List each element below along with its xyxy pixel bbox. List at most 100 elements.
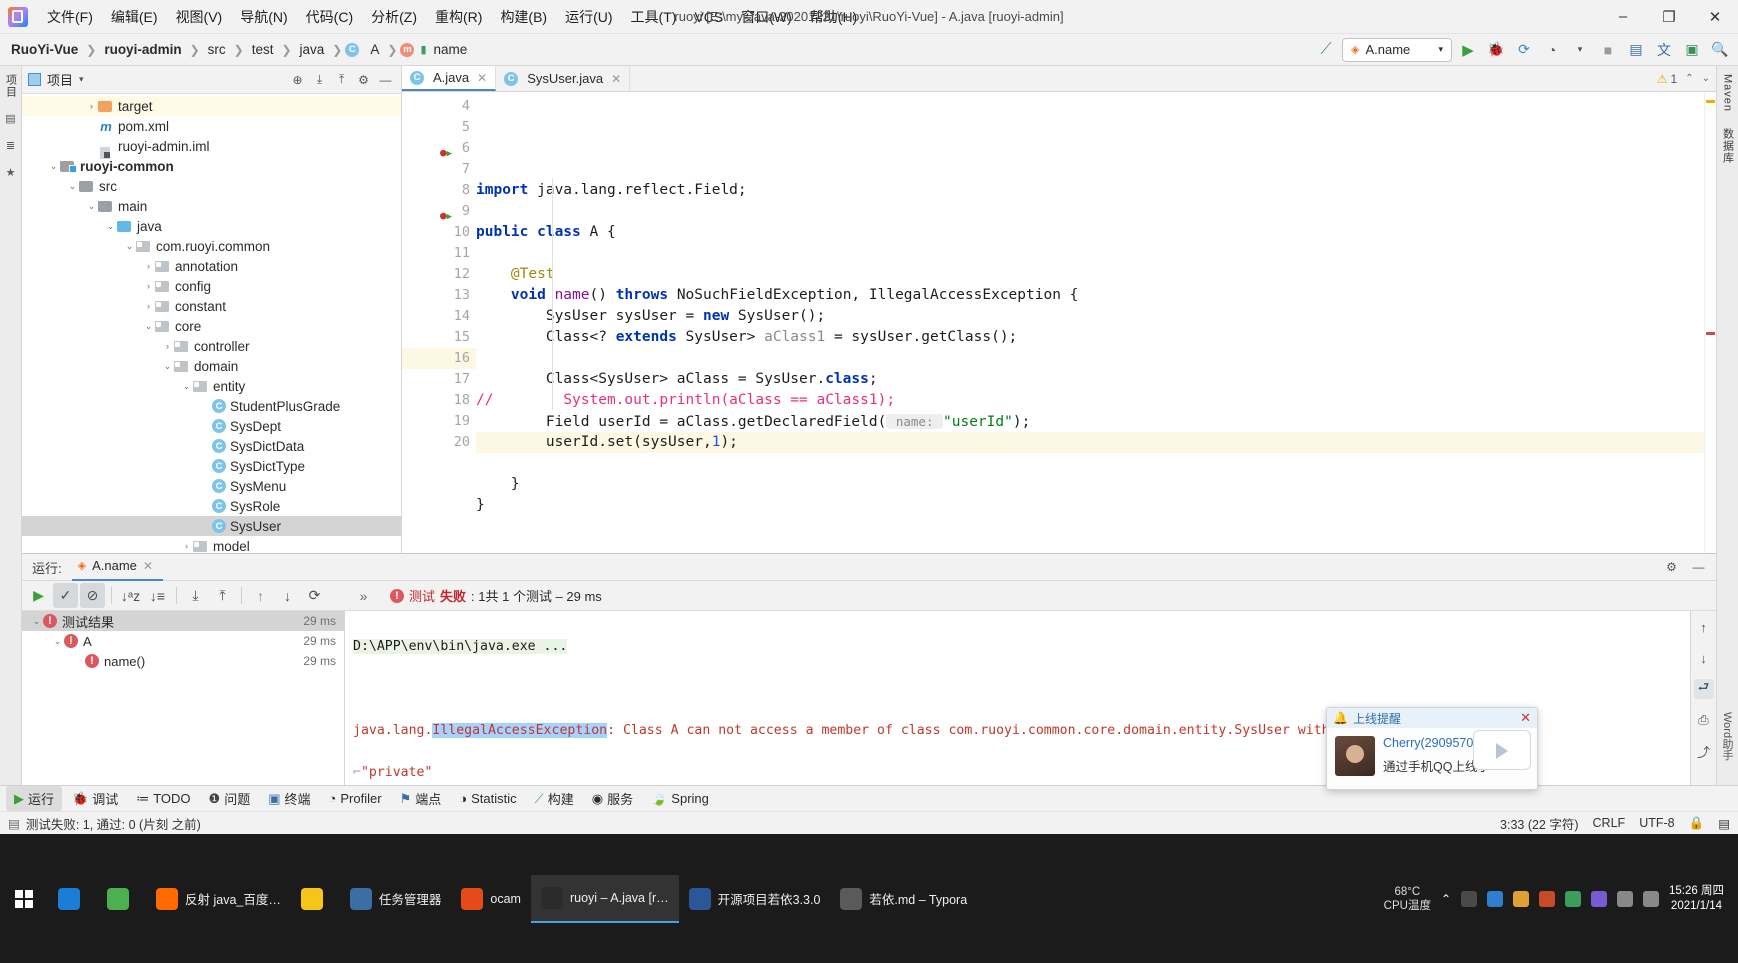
- tree-item-annotation[interactable]: › annotation: [22, 256, 401, 276]
- gutter-line-10[interactable]: 10: [402, 222, 476, 243]
- code-line-13[interactable]: Class<SysUser> aClass = SysUser.class;: [476, 369, 1704, 390]
- event-log-icon[interactable]: ▤: [1718, 816, 1730, 831]
- tree-item-sysuser[interactable]: ›CSysUser: [22, 516, 401, 536]
- gutter-line-7[interactable]: 7: [402, 159, 476, 180]
- chevron-right-icon[interactable]: ›: [142, 281, 155, 291]
- tree-item-controller[interactable]: › controller: [22, 336, 401, 356]
- test-tree-item[interactable]: ⌄! A 29 ms: [22, 631, 344, 651]
- chevron-down-icon[interactable]: ▾: [79, 74, 84, 85]
- menu-run[interactable]: 运行(U): [556, 3, 621, 31]
- caret-position[interactable]: 3:33 (22 字符): [1500, 814, 1579, 833]
- gutter-line-16[interactable]: 16: [402, 348, 476, 369]
- settings-gear-icon[interactable]: ⚙: [1662, 558, 1681, 577]
- tree-item-sysdicttype[interactable]: ›CSysDictType: [22, 456, 401, 476]
- tray-icon-4[interactable]: [1539, 890, 1556, 907]
- tree-item-studentplusgrade[interactable]: ›CStudentPlusGrade: [22, 396, 401, 416]
- gutter-line-15[interactable]: 15: [402, 327, 476, 348]
- taskbar-app-ocam[interactable]: ocam: [451, 875, 531, 923]
- gutter-line-11[interactable]: 11: [402, 243, 476, 264]
- menu-view[interactable]: 视图(V): [167, 3, 232, 31]
- gutter-line-14[interactable]: 14: [402, 306, 476, 327]
- chevron-right-icon[interactable]: ›: [180, 541, 193, 551]
- stop-button[interactable]: ■: [1596, 38, 1620, 62]
- export-button[interactable]: ⤴: [1694, 741, 1714, 761]
- prev-problem-icon[interactable]: ⌃: [1685, 73, 1693, 84]
- locate-icon[interactable]: ⊕: [288, 70, 307, 89]
- chevron-up-icon[interactable]: ⌃: [1441, 892, 1451, 906]
- run-with-coverage-button[interactable]: ⟳: [1512, 38, 1536, 62]
- tree-item-ruoyi-admin-iml[interactable]: ›ruoyi-admin.iml: [22, 136, 401, 159]
- profiler-button[interactable]: ◔: [1540, 38, 1564, 62]
- tree-item-sysdept[interactable]: ›CSysDept: [22, 416, 401, 436]
- sort-alphabetically-button[interactable]: ↓ᵃz: [118, 583, 143, 608]
- scroll-up-button[interactable]: ↑: [1694, 617, 1714, 637]
- tree-item-entity[interactable]: ⌄ entity: [22, 376, 401, 396]
- gutter-line-13[interactable]: 13: [402, 285, 476, 306]
- code-line-16[interactable]: userId.set(sysUser,1);: [476, 432, 1704, 453]
- inspection-warning-count[interactable]: ⚠ 1: [1657, 72, 1677, 86]
- build-icon[interactable]: ⟋: [1314, 38, 1338, 62]
- tray-icon-1[interactable]: [1461, 890, 1478, 907]
- more-options-button[interactable]: »: [351, 583, 376, 608]
- chevron-right-icon[interactable]: ›: [142, 301, 155, 311]
- file-encoding[interactable]: UTF-8: [1639, 816, 1674, 830]
- gutter-line-9[interactable]: ●▶ 9: [402, 201, 476, 222]
- menu-window[interactable]: 窗口(W): [732, 3, 801, 31]
- chevron-down-icon[interactable]: ▾: [1568, 38, 1592, 62]
- tree-item-target[interactable]: › target: [22, 96, 401, 116]
- close-icon[interactable]: ✕: [477, 71, 487, 85]
- test-results-tree[interactable]: ⌄!测试结果29 ms⌄!A29 ms›!name()29 ms: [22, 611, 345, 785]
- bookmarks-icon[interactable]: ★: [6, 166, 16, 179]
- commit-icon[interactable]: ▤: [5, 112, 15, 125]
- start-button[interactable]: [0, 875, 48, 923]
- bottom-tab-profiler[interactable]: ◔ Profiler: [321, 788, 390, 809]
- menu-help[interactable]: 帮助(H): [801, 3, 866, 31]
- translate-icon[interactable]: 文: [1652, 38, 1676, 62]
- taskbar-app-ie[interactable]: [97, 875, 146, 923]
- taskbar-app-firefox[interactable]: 反射 java_百度…: [146, 875, 291, 923]
- breadcrumb-item-module[interactable]: ruoyi-admin: [99, 40, 186, 59]
- code-line-4[interactable]: import java.lang.reflect.Field;: [476, 180, 1704, 201]
- bottom-tab-run[interactable]: ▶ 运行: [6, 786, 63, 811]
- history-button[interactable]: ⟳: [302, 583, 327, 608]
- menu-file[interactable]: 文件(F): [38, 3, 102, 31]
- search-icon[interactable]: 🔍: [1708, 38, 1732, 62]
- menu-vcs[interactable]: VCS: [685, 5, 732, 29]
- scroll-down-button[interactable]: ↓: [1694, 648, 1714, 668]
- gutter-line-19[interactable]: 19: [402, 411, 476, 432]
- qq-notification-popup[interactable]: 🔔 上线提醒 ✕ Cherry(290957010) 通过手机QQ上线了: [1326, 707, 1538, 790]
- code-line-8[interactable]: @Test: [476, 264, 1704, 285]
- tree-item-sysrole[interactable]: ›CSysRole: [22, 496, 401, 516]
- gutter-line-17[interactable]: 17: [402, 369, 476, 390]
- menu-navigate[interactable]: 导航(N): [231, 3, 296, 31]
- bottom-tab-build[interactable]: ⟋ 构建: [527, 786, 582, 811]
- taskbar-app-idea[interactable]: ruoyi – A.java [r…: [530, 874, 679, 923]
- tree-item-core[interactable]: ⌄ core: [22, 316, 401, 336]
- expand-all-icon[interactable]: ⤓: [310, 70, 329, 89]
- soft-wrap-button[interactable]: ⮐: [1693, 679, 1714, 699]
- bottom-tab-terminal[interactable]: ▣ 终端: [260, 786, 318, 811]
- structure-icon[interactable]: ≣: [6, 139, 15, 152]
- code-line-18[interactable]: }: [476, 474, 1704, 495]
- close-icon[interactable]: ✕: [611, 72, 621, 86]
- tree-item-main[interactable]: ⌄ main: [22, 196, 401, 216]
- bottom-tab-problems[interactable]: ❶ 问题: [201, 786, 259, 811]
- collapse-all-button[interactable]: ⤒: [210, 583, 235, 608]
- run-button[interactable]: ▶: [1456, 38, 1480, 62]
- collapse-all-icon[interactable]: ⤒: [332, 70, 351, 89]
- code-line-15[interactable]: Field userId = aClass.getDeclaredField( …: [476, 411, 1704, 432]
- tray-icon-6[interactable]: [1591, 890, 1608, 907]
- run-test-gutter-icon[interactable]: ●▶: [440, 142, 452, 159]
- database-icon[interactable]: ▤: [1624, 38, 1648, 62]
- close-icon[interactable]: ✕: [1520, 710, 1531, 726]
- test-tree-item[interactable]: ›!name()29 ms: [22, 651, 344, 671]
- menu-edit[interactable]: 编辑(E): [102, 3, 167, 31]
- run-tab-a-name[interactable]: ◈ A.name ✕: [71, 554, 163, 581]
- chevron-down-icon[interactable]: ⌄: [142, 321, 155, 332]
- bottom-tab-statistic[interactable]: ◑ Statistic: [451, 788, 524, 809]
- tree-item-constant[interactable]: › constant: [22, 296, 401, 316]
- close-icon[interactable]: ✕: [143, 559, 153, 573]
- tool-window-maven-label[interactable]: Maven: [1722, 74, 1734, 112]
- test-tree-item[interactable]: ⌄! 测试结果 29 ms: [22, 611, 344, 631]
- tab-sysuser-java[interactable]: C SysUser.java ✕: [496, 66, 631, 91]
